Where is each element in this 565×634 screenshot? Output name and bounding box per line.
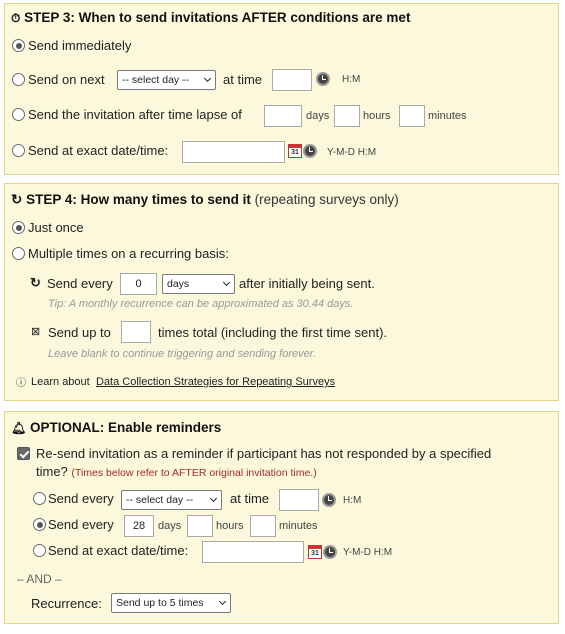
reminder-hm-hint: H:M bbox=[343, 495, 362, 506]
and-separator: – AND – bbox=[17, 572, 62, 586]
learn-about-label: Learn about bbox=[31, 376, 90, 388]
lapse-days-label: days bbox=[306, 110, 330, 122]
unit-select[interactable]: days bbox=[162, 274, 235, 294]
info-icon: ⓘ bbox=[16, 378, 26, 389]
reminder-send-every-day-radio[interactable] bbox=[33, 492, 46, 505]
reminder-exact-input[interactable] bbox=[202, 541, 304, 563]
tip-blank: Leave blank to continue triggering and s… bbox=[48, 348, 317, 360]
reminder-exact-radio[interactable] bbox=[33, 544, 46, 557]
resend-line2: time? (Times below refer to AFTER origin… bbox=[36, 464, 317, 479]
just-once-label: Just once bbox=[28, 220, 84, 235]
lapse-minutes-label: minutes bbox=[428, 110, 467, 122]
repeat-icon: ↻ bbox=[30, 275, 41, 290]
enable-reminders-checkbox[interactable] bbox=[17, 447, 30, 460]
day-select[interactable]: -- select day -- bbox=[117, 70, 216, 90]
bell-icon: 🔔︎ bbox=[11, 421, 27, 435]
clock-icon[interactable] bbox=[303, 144, 317, 158]
reminder-minutes-input[interactable] bbox=[250, 515, 276, 537]
resend-line1: Re-send invitation as a reminder if part… bbox=[36, 446, 492, 461]
reminder-time-input[interactable] bbox=[279, 489, 319, 511]
clock-icon[interactable] bbox=[316, 72, 330, 86]
reminder-send-every-days-radio[interactable] bbox=[33, 518, 46, 531]
send-up-to-label: Send up to bbox=[48, 325, 111, 340]
send-up-to-input[interactable] bbox=[121, 321, 151, 343]
step3-panel: ⏱ STEP 3: When to send invitations AFTER… bbox=[4, 3, 559, 175]
time-lapse-label: Send the invitation after time lapse of bbox=[28, 107, 242, 122]
exact-datetime-input[interactable] bbox=[182, 141, 285, 163]
send-immediately-radio[interactable] bbox=[12, 39, 25, 52]
step4-title: STEP 4: How many times to send it bbox=[26, 192, 251, 207]
reminder-hours-input[interactable] bbox=[187, 515, 213, 537]
repeat-icon: ↻ bbox=[11, 192, 23, 207]
calendar-icon[interactable]: 31 bbox=[288, 144, 302, 158]
multiple-times-label: Multiple times on a recurring basis: bbox=[28, 246, 229, 261]
ymdhm-hint: Y-M-D H:M bbox=[327, 147, 377, 158]
send-immediately-label: Send immediately bbox=[28, 38, 132, 53]
reminder-ymdhm-hint: Y-M-D H:M bbox=[343, 547, 393, 558]
resend-note: (Times below refer to AFTER original inv… bbox=[71, 467, 317, 479]
lapse-days-input[interactable] bbox=[264, 105, 302, 127]
repeating-surveys-link[interactable]: Data Collection Strategies for Repeating… bbox=[96, 376, 335, 388]
clock-icon[interactable] bbox=[322, 493, 336, 507]
step4-header: ↻ STEP 4: How many times to send it (rep… bbox=[11, 192, 399, 208]
times-total-label: times total (including the first time se… bbox=[158, 325, 388, 340]
time-lapse-radio[interactable] bbox=[12, 108, 25, 121]
reminder-send-every-label: Send every bbox=[48, 517, 114, 532]
reminders-panel: 🔔︎ OPTIONAL: Enable reminders Re-send in… bbox=[4, 411, 559, 624]
clock-icon[interactable] bbox=[323, 545, 337, 559]
at-time-label: at time bbox=[223, 72, 263, 87]
exact-datetime-radio[interactable] bbox=[12, 144, 25, 157]
reminder-at-time-label: at time bbox=[230, 491, 270, 506]
send-on-next-radio[interactable] bbox=[12, 73, 25, 86]
lapse-hours-input[interactable] bbox=[334, 105, 360, 127]
recurrence-select[interactable]: Send up to 5 times bbox=[111, 593, 231, 613]
reminder-exact-label: Send at exact date/time: bbox=[48, 543, 189, 558]
lapse-hours-label: hours bbox=[363, 110, 391, 122]
tip-monthly: Tip: A monthly recurrence can be approxi… bbox=[48, 298, 354, 310]
step3-title: STEP 3: When to send invitations AFTER c… bbox=[24, 10, 411, 25]
reminder-days-label: days bbox=[158, 520, 182, 532]
reminders-title: OPTIONAL: Enable reminders bbox=[30, 420, 222, 435]
calendar-x-icon: ⊠ bbox=[31, 326, 41, 338]
calendar-icon[interactable]: 31 bbox=[308, 545, 322, 559]
send-every-label: Send every bbox=[47, 276, 113, 291]
reminder-day-select[interactable]: -- select day -- bbox=[121, 490, 222, 510]
just-once-radio[interactable] bbox=[12, 221, 25, 234]
reminders-header: 🔔︎ OPTIONAL: Enable reminders bbox=[11, 420, 221, 435]
time-input[interactable] bbox=[272, 69, 312, 91]
reminder-minutes-label: minutes bbox=[279, 520, 318, 532]
step4-panel: ↻ STEP 4: How many times to send it (rep… bbox=[4, 183, 559, 401]
lapse-minutes-input[interactable] bbox=[399, 105, 425, 127]
step3-header: ⏱ STEP 3: When to send invitations AFTER… bbox=[11, 10, 410, 26]
reminder-send-every-label: Send every bbox=[48, 491, 114, 506]
exact-datetime-label: Send at exact date/time: bbox=[28, 143, 169, 158]
resend-time-label: time? bbox=[36, 464, 68, 479]
step4-title-note: (repeating surveys only) bbox=[254, 192, 399, 207]
after-label: after initially being sent. bbox=[239, 276, 375, 291]
reminder-hours-label: hours bbox=[216, 520, 244, 532]
stopwatch-icon: ⏱ bbox=[11, 11, 21, 25]
multiple-times-radio[interactable] bbox=[12, 247, 25, 260]
reminder-days-input[interactable]: 28 bbox=[124, 515, 154, 537]
send-on-next-label: Send on next bbox=[28, 72, 105, 87]
hm-hint: H:M bbox=[342, 74, 361, 85]
recurrence-label: Recurrence: bbox=[31, 596, 102, 611]
send-every-input[interactable]: 0 bbox=[120, 273, 157, 295]
